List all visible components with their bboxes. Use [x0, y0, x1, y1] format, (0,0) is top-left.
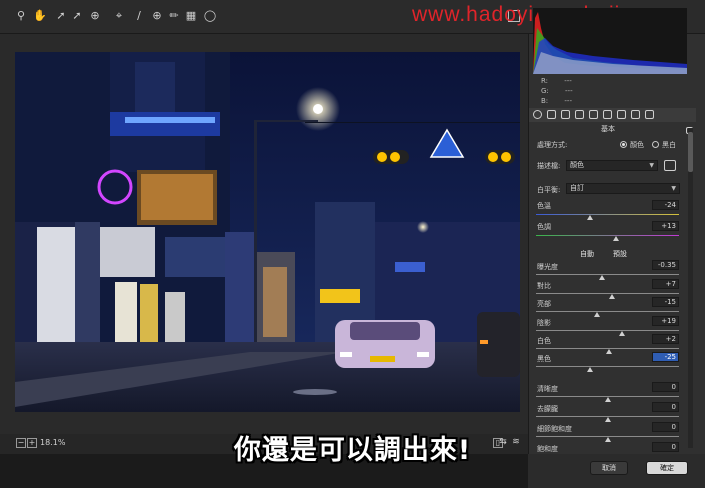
auto-button[interactable]: 自動: [580, 249, 594, 259]
profile-browser-icon[interactable]: [664, 160, 676, 171]
basic-tab-icon[interactable]: [533, 110, 542, 119]
dehaze-thumb[interactable]: [604, 417, 611, 422]
slider-label-contrast: 對比: [537, 282, 551, 290]
blacks-track[interactable]: [536, 366, 679, 367]
brush-icon[interactable]: ✏: [167, 9, 181, 23]
slider-value-dehaze[interactable]: 0: [652, 402, 679, 412]
treatment-label: 處理方式:: [537, 141, 568, 149]
profile-label: 描述檔:: [537, 162, 561, 170]
treatment-bw-label: 黑白: [662, 141, 676, 149]
tint-thumb[interactable]: [613, 236, 620, 241]
split-toning-tab-icon[interactable]: [589, 110, 598, 119]
chevron-down-icon: ▼: [671, 185, 676, 192]
color-sampler-icon[interactable]: ➚: [70, 9, 84, 23]
temp-track[interactable]: [536, 214, 679, 215]
b-label: B:: [541, 97, 549, 105]
slider-label-exposure: 曝光度: [537, 263, 558, 271]
r-value: ---: [564, 77, 572, 85]
highlights-track[interactable]: [536, 311, 679, 312]
slider-value-highlights[interactable]: -15: [652, 297, 679, 307]
hand-icon[interactable]: ✋: [33, 9, 47, 23]
clarity-thumb[interactable]: [604, 397, 611, 402]
section-title: 基本: [601, 125, 615, 133]
white-balance-label: 白平衡:: [537, 186, 561, 194]
canvas-area: [0, 34, 528, 454]
detail-tab-icon[interactable]: [561, 110, 570, 119]
exposure-track[interactable]: [536, 274, 679, 275]
target-adjust-icon[interactable]: ⊕: [88, 9, 102, 23]
slider-label-blacks: 黑色: [537, 355, 551, 363]
white-balance-select[interactable]: 自訂 ▼: [566, 183, 680, 194]
spot-removal-icon[interactable]: ⊕: [150, 9, 164, 23]
contrast-thumb[interactable]: [608, 294, 615, 299]
blacks-thumb[interactable]: [587, 367, 594, 372]
g-label: G:: [541, 87, 549, 95]
contrast-track[interactable]: [536, 293, 679, 294]
slider-label-tint: 色調: [537, 223, 551, 231]
crop-icon[interactable]: ⌖: [112, 9, 126, 23]
night-street-photo: [15, 52, 520, 412]
effects-tab-icon[interactable]: [617, 110, 626, 119]
shadows-track[interactable]: [536, 330, 679, 331]
white-balance-value: 自訂: [570, 184, 584, 192]
lens-tab-icon[interactable]: [603, 110, 612, 119]
panel-scrollbar[interactable]: [688, 128, 693, 448]
slider-value-exposure[interactable]: -0.35: [652, 260, 679, 270]
tint-track[interactable]: [536, 235, 679, 236]
slider-value-tint[interactable]: +13: [652, 221, 679, 231]
shadows-thumb[interactable]: [618, 331, 625, 336]
zoom-icon[interactable]: ⚲: [14, 9, 28, 23]
chevron-down-icon: ▼: [649, 162, 654, 169]
r-label: R:: [541, 77, 549, 85]
slider-label-shadows: 陰影: [537, 319, 551, 327]
video-subtitle: 你還是可以調出來!: [233, 435, 472, 466]
graduated-filter-icon[interactable]: ▦: [184, 9, 198, 23]
slider-value-contrast[interactable]: +7: [652, 279, 679, 289]
slider-value-shadows[interactable]: +19: [652, 316, 679, 326]
presets-tab-icon[interactable]: [645, 110, 654, 119]
slider-value-temp[interactable]: -24: [652, 200, 679, 210]
slider-label-whites: 白色: [537, 337, 551, 345]
highlights-thumb[interactable]: [594, 312, 601, 317]
slider-value-whites[interactable]: +2: [652, 334, 679, 344]
tone-curve-tab-icon[interactable]: [547, 110, 556, 119]
slider-label-clarity: 清晰度: [537, 385, 558, 393]
default-button[interactable]: 預設: [613, 249, 627, 259]
treatment-bw-radio[interactable]: [652, 141, 659, 148]
temp-thumb[interactable]: [587, 215, 594, 220]
slider-label-dehaze: 去朦朧: [537, 405, 558, 413]
straighten-icon[interactable]: ∕: [132, 9, 146, 23]
g-value: ---: [565, 87, 573, 95]
profile-select[interactable]: 顏色 ▼: [566, 160, 658, 171]
white-balance-icon[interactable]: ➚: [54, 9, 68, 23]
slider-label-highlights: 亮部: [537, 300, 551, 308]
slider-value-clarity[interactable]: 0: [652, 382, 679, 392]
b-value: ---: [564, 97, 572, 105]
profile-value: 顏色: [570, 161, 584, 169]
panel-scroll-thumb[interactable]: [688, 132, 693, 172]
radial-filter-icon[interactable]: ◯: [203, 9, 217, 23]
treatment-color-label: 顏色: [630, 141, 644, 149]
slider-value-blacks[interactable]: -25: [652, 352, 679, 362]
hsl-tab-icon[interactable]: [575, 110, 584, 119]
exposure-thumb[interactable]: [598, 275, 605, 280]
slider-label-temp: 色溫: [537, 202, 551, 210]
treatment-color-radio[interactable]: [620, 141, 627, 148]
calibration-tab-icon[interactable]: [631, 110, 640, 119]
histogram: [533, 8, 687, 74]
whites-thumb[interactable]: [605, 349, 612, 354]
